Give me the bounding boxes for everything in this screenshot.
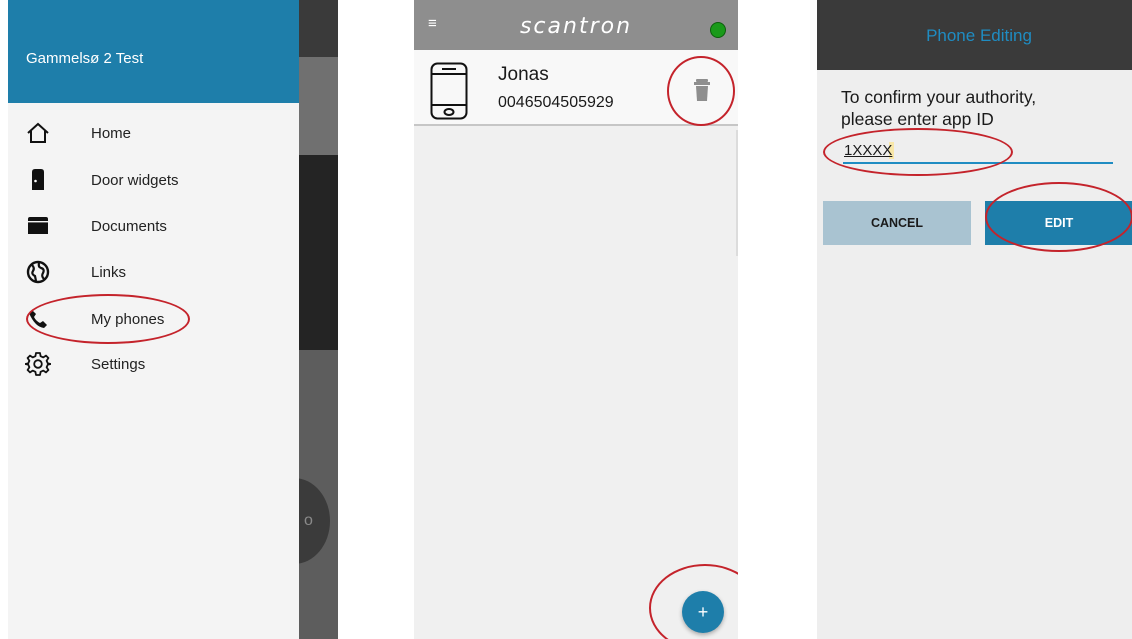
brand-logo: scantron xyxy=(519,14,633,39)
gear-icon xyxy=(24,350,52,378)
menu-item-label: Home xyxy=(91,124,132,142)
phone-name: Jonas xyxy=(498,64,549,85)
connection-status-indicator xyxy=(710,22,726,38)
navigation-drawer: Gammelsø 2 Test Home Door widgets Docume… xyxy=(8,0,299,639)
drawer-header: Gammelsø 2 Test xyxy=(8,0,299,103)
phone-editing-dialog: Phone Editing To confirm your authority,… xyxy=(817,0,1132,639)
trash-icon[interactable] xyxy=(692,78,712,102)
app-id-value[interactable]: 1XXXX xyxy=(844,142,892,159)
menu-item-door-widgets[interactable]: Door widgets xyxy=(8,160,299,200)
edit-button[interactable]: EDIT xyxy=(985,201,1132,245)
home-icon xyxy=(24,119,52,147)
menu-item-settings[interactable]: Settings xyxy=(8,344,299,384)
menu-item-links[interactable]: Links xyxy=(8,252,299,292)
menu-item-label: Settings xyxy=(91,355,146,373)
screenshot-root: o Gammelsø 2 Test Home Door widgets Docu… xyxy=(0,0,1132,639)
phone-icon xyxy=(24,305,52,333)
menu-item-my-phones[interactable]: My phones xyxy=(8,299,299,339)
prompt-line-1: To confirm your authority, xyxy=(841,87,1037,107)
list-item[interactable]: Jonas 0046504505929 xyxy=(414,50,738,126)
add-phone-button[interactable]: + xyxy=(682,591,724,633)
drawer-title: Gammelsø 2 Test xyxy=(26,50,144,67)
menu-item-home[interactable]: Home xyxy=(8,113,299,153)
app-bar: ≡ scantron xyxy=(414,0,738,50)
menu-item-documents[interactable]: Documents xyxy=(8,206,299,246)
folder-icon xyxy=(24,212,52,240)
phone-number: 0046504505929 xyxy=(498,94,614,111)
menu-item-label: Links xyxy=(91,263,127,281)
dialog-prompt: To confirm your authority, please enter … xyxy=(841,86,1121,130)
menu-item-label: Door widgets xyxy=(91,171,179,189)
drawer-screen: o Gammelsø 2 Test Home Door widgets Docu… xyxy=(8,0,338,639)
door-icon xyxy=(24,166,52,194)
globe-icon xyxy=(24,258,52,286)
cancel-button[interactable]: CANCEL xyxy=(823,201,971,245)
menu-item-label: My phones xyxy=(91,310,165,328)
dialog-header: Phone Editing xyxy=(817,0,1132,70)
smartphone-icon xyxy=(430,62,468,120)
my-phones-screen: ≡ scantron Jonas 0046504505929 + xyxy=(414,0,738,639)
prompt-line-2: please enter app ID xyxy=(841,109,994,129)
menu-item-label: Documents xyxy=(91,217,167,235)
dialog-title: Phone Editing xyxy=(926,26,1032,45)
